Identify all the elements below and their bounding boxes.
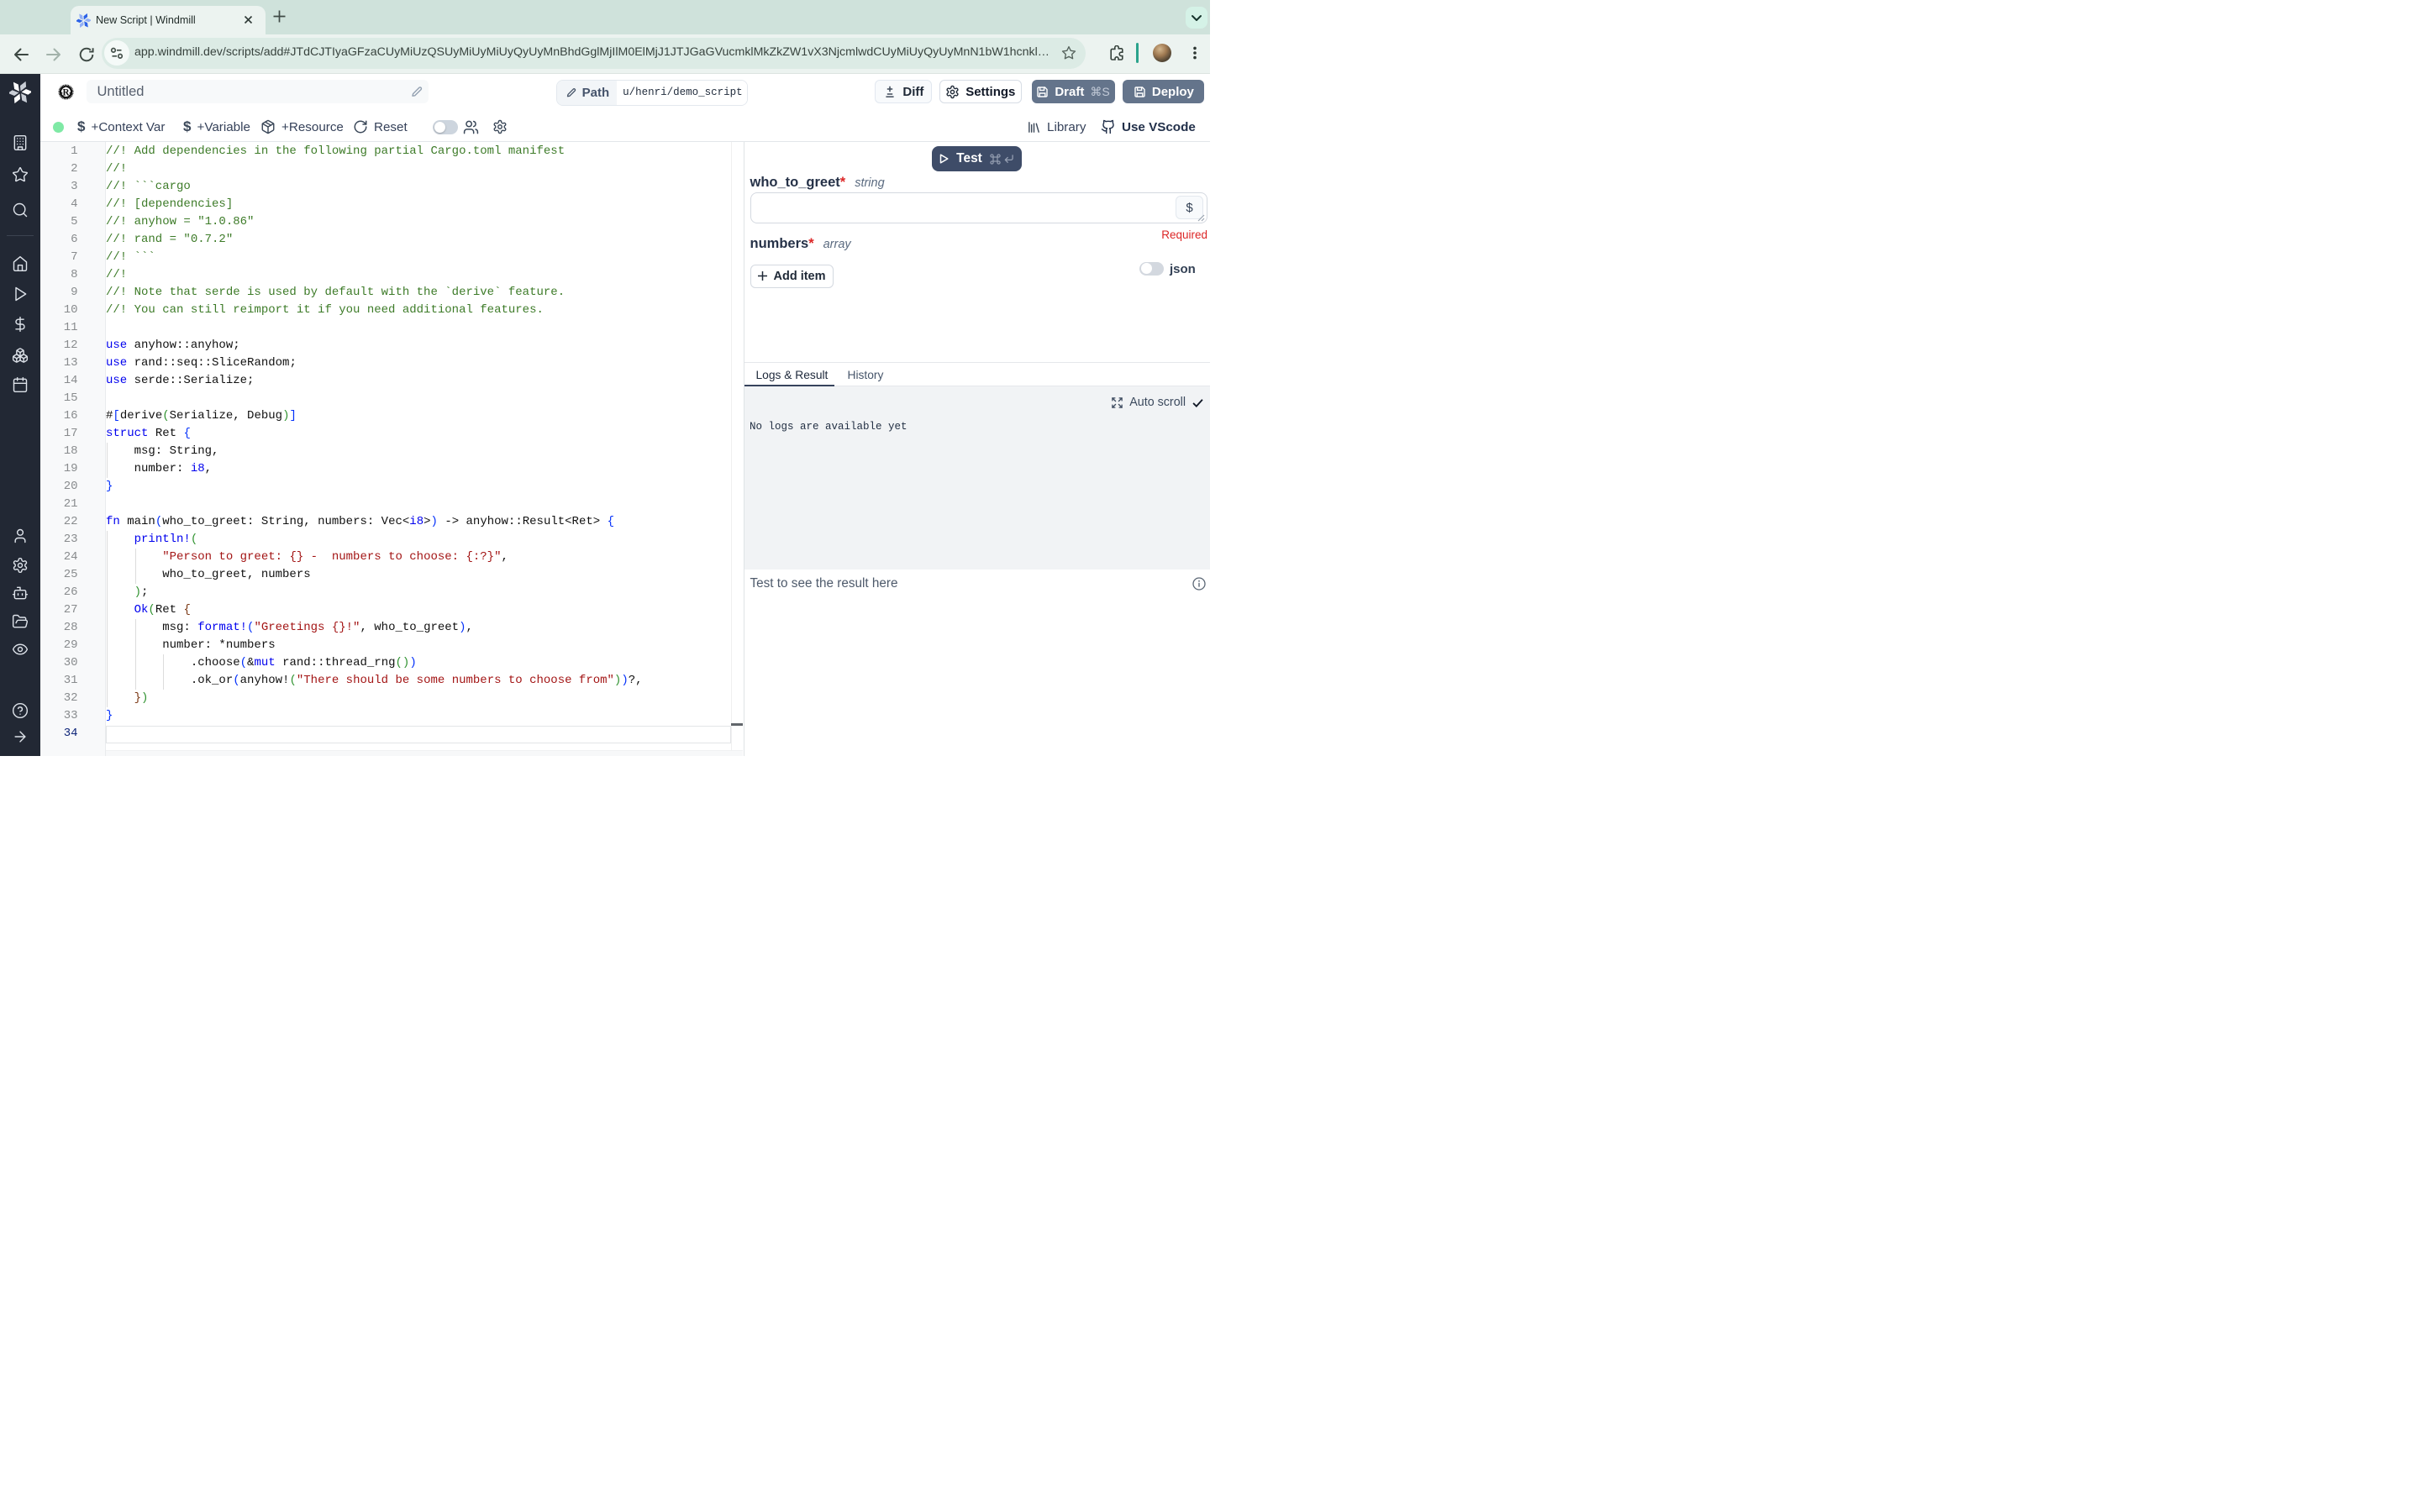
svg-text:R: R — [63, 87, 71, 97]
